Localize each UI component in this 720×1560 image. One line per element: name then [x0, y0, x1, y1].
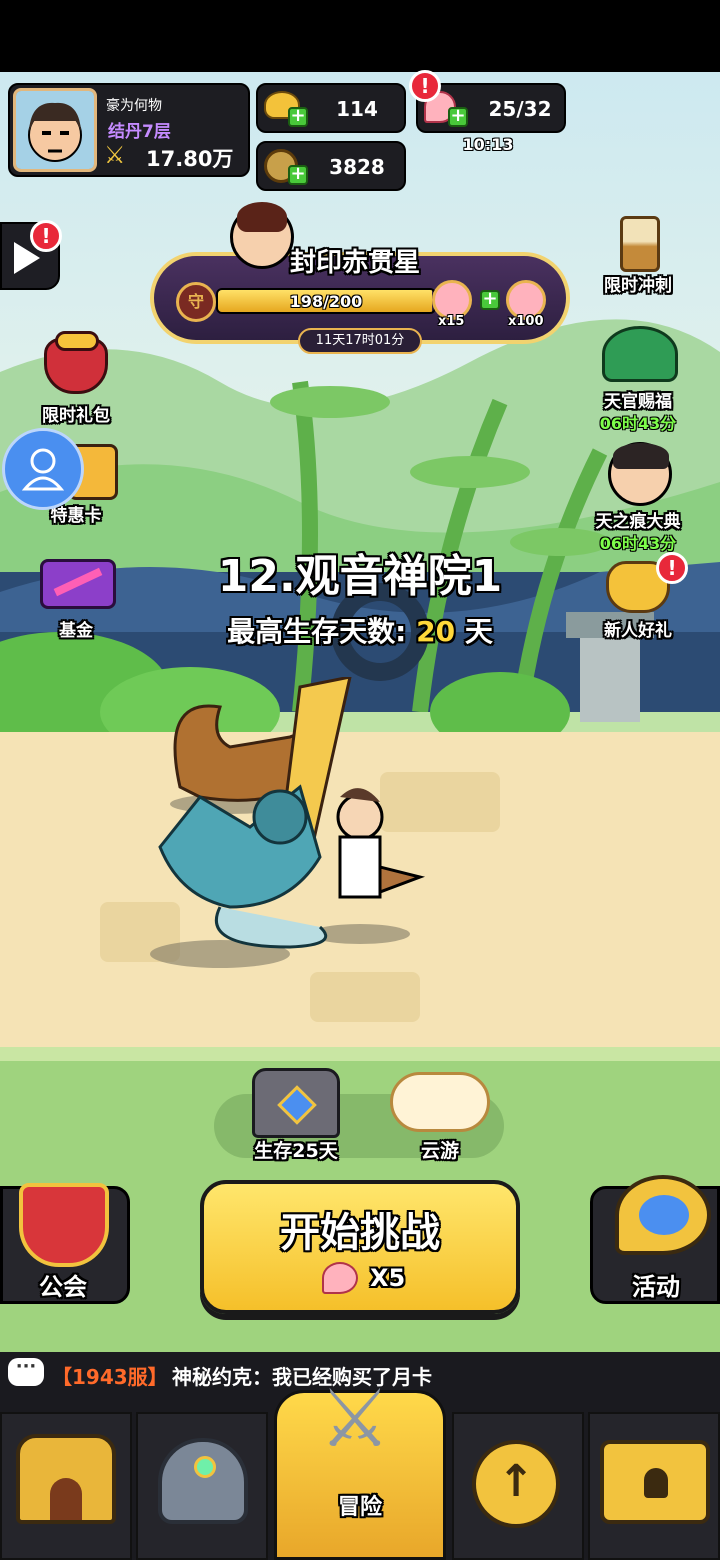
stamina-amount: 25/32 [488, 97, 552, 121]
player-panel[interactable]: 豪为何物 结丹7层 ⚔ 17.80万 [8, 83, 250, 177]
survival-days: 20 [416, 615, 456, 648]
coin-amount: 3828 [329, 155, 385, 179]
avatar[interactable] [13, 88, 97, 172]
player-rank: 结丹7层 [108, 122, 171, 142]
tab-upgrade[interactable]: ↑ [452, 1412, 584, 1560]
user-icon [21, 448, 65, 491]
limited-pack-button[interactable]: 限时礼包 [28, 330, 124, 426]
tab-home[interactable] [0, 1412, 132, 1560]
cloud-travel-button[interactable]: 云游 [380, 1066, 500, 1162]
battle-characters [158, 677, 426, 949]
treasure-chest-icon [600, 1440, 710, 1524]
reward1-qty: x15 [438, 314, 465, 329]
add-reward-icon: + [480, 290, 500, 310]
activity-label: 活动 [632, 1273, 680, 1301]
event-hero [230, 202, 294, 269]
event-progress-text: 198/200 [289, 292, 363, 311]
tab-hero[interactable] [136, 1412, 268, 1560]
survival-chest-button[interactable]: 生存25天 [246, 1066, 346, 1162]
peach-cost-icon [322, 1262, 358, 1294]
event-title: 封印赤贯星 [290, 248, 421, 278]
chat-bubble-icon: ··· [8, 1358, 44, 1386]
stamina-alert-badge: ! [409, 70, 441, 102]
start-label: 开始挑战 [280, 1210, 440, 1256]
heaven-blessing-button[interactable]: 天官赐福 06时43分 [590, 316, 686, 433]
start-cost: X5 [370, 1264, 406, 1292]
fan-icon [602, 326, 678, 382]
profile-float-button[interactable] [2, 428, 84, 510]
survival-unit: 天 [464, 615, 493, 648]
horn-icon [615, 1175, 711, 1255]
helmet-icon [158, 1438, 248, 1524]
sword-power-icon: ⚔ [104, 141, 126, 169]
player-name: 豪为何物 [106, 98, 162, 114]
activity-button[interactable]: 活动 [590, 1175, 720, 1304]
hourglass-icon [620, 216, 660, 272]
cloud-label: 云游 [420, 1140, 459, 1162]
tianzhihen-label: 天之痕大典 [595, 512, 681, 532]
guard-shield-icon: 守 [176, 282, 216, 322]
cloud-icon [390, 1072, 490, 1132]
guild-label: 公会 [39, 1273, 87, 1301]
event-progress-bar: 198/200 [216, 288, 436, 314]
chat-server: 【1943服】 [52, 1365, 168, 1389]
chest-label: 生存25天 [254, 1140, 338, 1162]
stamina-timer: 10:13 [462, 135, 514, 154]
stage-name: 12.观音禅院1 [217, 551, 503, 602]
player-power: 17.80万 [146, 147, 234, 171]
tianzhihen-button[interactable]: 天之痕大典 06时43分 [590, 436, 686, 553]
tab-adventure[interactable]: ⚔ 冒险 [274, 1379, 446, 1560]
tab-treasure[interactable] [588, 1412, 720, 1560]
gift-bag-icon [44, 331, 108, 394]
add-stamina-icon[interactable]: + [448, 107, 468, 127]
banner-shield-icon [19, 1183, 109, 1267]
hero-portrait-icon [608, 442, 672, 506]
building-icon [16, 1434, 116, 1524]
survival-line: 最高生存天数: 20 天 [0, 610, 720, 650]
start-challenge-button[interactable]: 开始挑战 X5 [200, 1180, 520, 1314]
tab-adventure-label: 冒险 [337, 1495, 382, 1520]
chest-icon [252, 1068, 340, 1138]
avatar-face-icon [16, 91, 94, 169]
event-time-left: 11天17时01分 [315, 333, 405, 348]
guild-button[interactable]: 公会 [0, 1183, 130, 1304]
add-coin-icon[interactable]: + [288, 165, 308, 185]
survival-label: 最高生存天数: [227, 615, 407, 648]
chat-message: 神秘约克：我已经购买了月卡 [172, 1365, 432, 1389]
add-gold-icon[interactable]: + [288, 107, 308, 127]
event-timer: 11天17时01分 [298, 328, 422, 354]
video-alert-badge: ! [30, 220, 62, 252]
heaven-blessing-timer: 06时43分 [599, 414, 677, 433]
gold-panel[interactable]: + 114 [256, 83, 406, 133]
upgrade-arrow-icon: ↑ [472, 1440, 560, 1528]
coin-panel[interactable]: + 3828 [256, 141, 406, 191]
limited-sprint-label: 限时冲刺 [604, 276, 672, 296]
limited-sprint-button[interactable]: 限时冲刺 [590, 200, 686, 296]
heaven-blessing-label: 天官赐福 [604, 392, 672, 412]
gold-amount: 114 [336, 97, 378, 121]
limited-pack-label: 限时礼包 [42, 406, 110, 426]
reward2-qty: x100 [508, 314, 544, 329]
crossed-swords-icon: ⚔ [319, 1372, 391, 1465]
